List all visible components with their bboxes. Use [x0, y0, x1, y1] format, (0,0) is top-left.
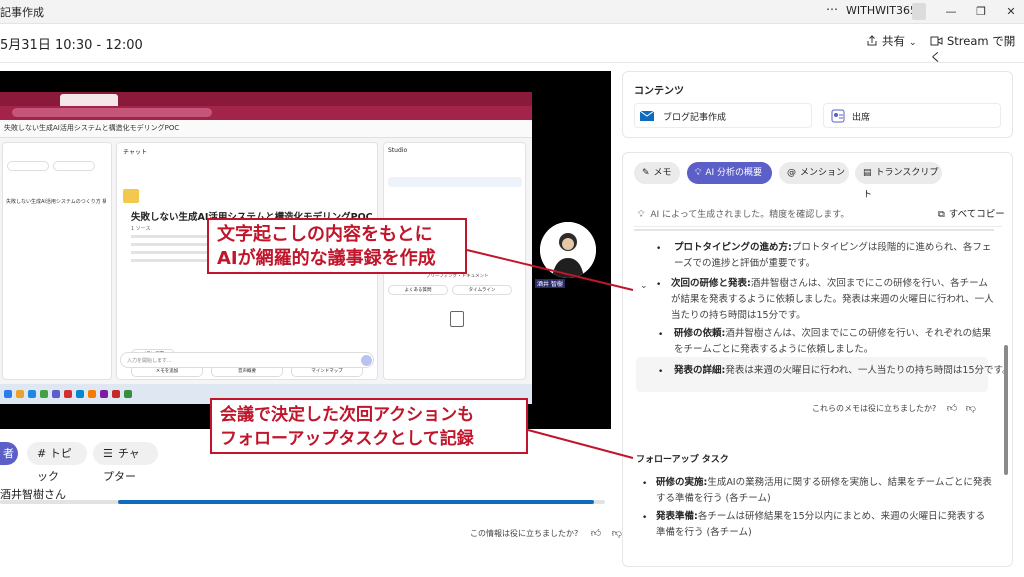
callout-arrows	[466, 249, 634, 459]
callout-line: 会議で決定した次回アクションも	[220, 405, 475, 425]
arrow-line	[466, 249, 634, 291]
callout-line: フォローアップタスクとして記録	[220, 429, 474, 449]
callout-line: AIが網羅的な議事録を作成	[217, 248, 436, 269]
teams-recap-window: 記事作成 ⋯ WITHWIT365 — ❐ ✕ 5月31日 10:30 - 12…	[0, 0, 1024, 577]
annotation-callout: 会議で決定した次回アクションも フォローアップタスクとして記録	[210, 398, 528, 454]
arrow-line	[527, 429, 634, 459]
annotation-callout: 文字起こしの内容をもとに AIが網羅的な議事録を作成	[207, 218, 467, 274]
callout-line: 文字起こしの内容をもとに	[217, 224, 433, 245]
